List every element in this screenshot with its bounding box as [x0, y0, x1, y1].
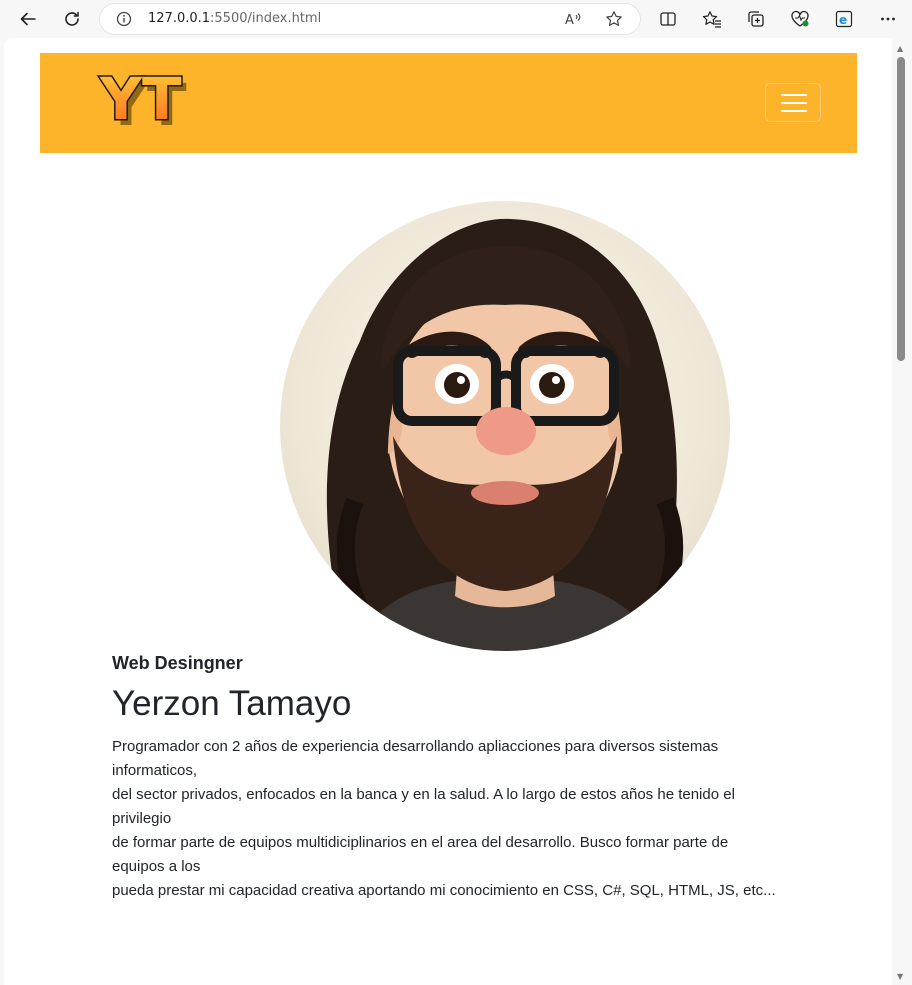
- svg-text:A: A: [565, 13, 574, 28]
- logo[interactable]: YT YT: [96, 61, 206, 143]
- url-text: 127.0.0.1:5500/index.html: [148, 11, 321, 26]
- read-aloud-icon[interactable]: A: [564, 10, 582, 32]
- hamburger-icon: [781, 94, 807, 96]
- split-screen-icon[interactable]: [653, 5, 683, 33]
- url-path: :5500/index.html: [210, 11, 322, 26]
- refresh-icon[interactable]: [57, 5, 87, 33]
- info-icon[interactable]: [116, 11, 132, 31]
- profile-name: Yerzon Tamayo: [112, 684, 352, 723]
- address-bar[interactable]: 127.0.0.1:5500/index.html A: [100, 4, 640, 34]
- url-host: 127.0.0.1: [148, 11, 211, 26]
- navbar: YT YT: [40, 53, 857, 153]
- bio-line: pueda prestar mi capacidad creativa apor…: [112, 882, 776, 899]
- navbar-toggler-button[interactable]: [765, 83, 821, 122]
- page-viewport: YT YT Web Desingner Yerzon Tamayo Progra…: [4, 38, 892, 985]
- scrollbar-thumb[interactable]: [897, 57, 905, 361]
- browser-toolbar: 127.0.0.1:5500/index.html A e: [0, 0, 912, 38]
- browser-health-icon[interactable]: [785, 5, 815, 33]
- more-icon[interactable]: [873, 5, 903, 33]
- bio-line: de formar parte de equipos multidiciplin…: [112, 834, 729, 875]
- vertical-scrollbar[interactable]: ▲ ▼: [892, 38, 912, 985]
- profile-avatar: [280, 201, 730, 651]
- favorite-star-icon[interactable]: [605, 10, 623, 32]
- profile-role: Web Desingner: [112, 653, 243, 673]
- favorites-icon[interactable]: [697, 5, 727, 33]
- bio-line: Programador con 2 años de experiencia de…: [112, 738, 719, 779]
- profile-bio: Programador con 2 años de experiencia de…: [112, 735, 784, 903]
- bio-line: del sector privados, enfocados en la ban…: [112, 786, 735, 827]
- collections-icon[interactable]: [741, 5, 771, 33]
- back-icon[interactable]: [13, 5, 43, 33]
- scroll-down-icon[interactable]: ▼: [897, 972, 903, 981]
- svg-text:YT: YT: [99, 65, 182, 133]
- scroll-up-icon[interactable]: ▲: [897, 44, 903, 53]
- internet-explorer-mode-icon[interactable]: e: [829, 5, 859, 33]
- svg-text:e: e: [839, 13, 847, 27]
